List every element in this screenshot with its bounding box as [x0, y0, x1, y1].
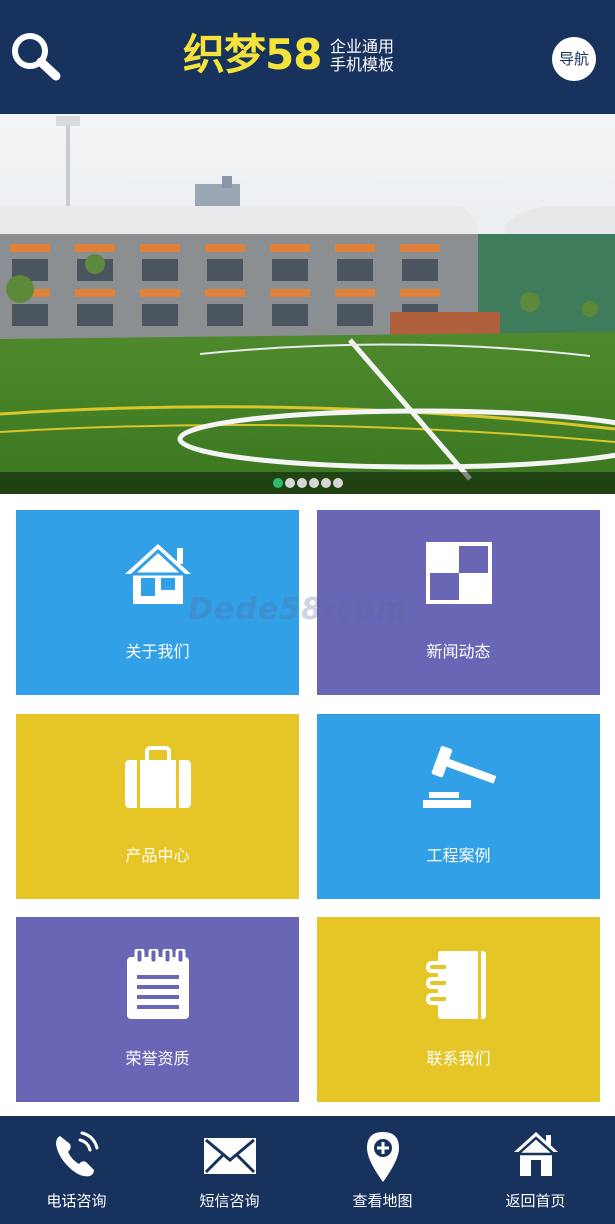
tile-products[interactable]: 产品中心: [16, 714, 299, 899]
slide-dot[interactable]: [284, 478, 295, 488]
tile-label: 关于我们: [125, 642, 190, 661]
search-icon: [12, 33, 61, 81]
tile-label: 产品中心: [125, 846, 190, 865]
house-icon: [124, 544, 191, 604]
slide-dot[interactable]: [308, 478, 319, 488]
slide-indicators: [0, 472, 615, 494]
footer-label: 短信咨询: [199, 1192, 260, 1210]
footer-view-map[interactable]: 查看地图: [306, 1116, 459, 1224]
gavel-icon: [422, 746, 496, 808]
tile-label: 荣誉资质: [125, 1049, 190, 1068]
tile-news[interactable]: 新闻动态: [317, 510, 600, 695]
footer-label: 返回首页: [505, 1192, 566, 1210]
bottom-nav: 电话咨询 短信咨询 查看地图 返回首页: [0, 1116, 615, 1224]
footer-phone-consult[interactable]: 电话咨询: [0, 1116, 153, 1224]
slide-dot[interactable]: [272, 478, 283, 488]
envelope-icon: [203, 1138, 256, 1174]
news-grid-icon: [425, 542, 492, 604]
slide-dot[interactable]: [332, 478, 343, 488]
header-bar: 织梦58 企业通用 手机模板 导航: [0, 0, 615, 114]
banner-image: [0, 114, 615, 494]
logo-subtitle-line1: 企业通用: [330, 37, 395, 56]
tile-label: 工程案例: [426, 846, 491, 865]
logo-subtitle: 企业通用 手机模板: [330, 38, 394, 74]
footer-label: 查看地图: [352, 1192, 413, 1210]
briefcase-icon: [124, 746, 191, 808]
search-button[interactable]: [8, 30, 64, 86]
slide-dot[interactable]: [296, 478, 307, 488]
tile-cases[interactable]: 工程案例: [317, 714, 600, 899]
home-icon: [513, 1132, 558, 1176]
tile-label: 新闻动态: [426, 642, 491, 661]
footer-back-home[interactable]: 返回首页: [459, 1116, 612, 1224]
footer-label: 电话咨询: [46, 1192, 107, 1210]
slide-dot[interactable]: [320, 478, 331, 488]
notepad-icon: [126, 949, 189, 1019]
logo-title: 织梦58: [183, 30, 322, 79]
banner-slider[interactable]: [0, 114, 615, 494]
tile-label: 联系我们: [426, 1049, 491, 1068]
tile-contact[interactable]: 联系我们: [317, 917, 600, 1102]
phone-icon: [55, 1131, 98, 1177]
footer-sms-consult[interactable]: 短信咨询: [153, 1116, 306, 1224]
logo-subtitle-line2: 手机模板: [330, 55, 395, 74]
address-book-icon: [425, 951, 486, 1019]
map-pin-icon: [366, 1132, 399, 1182]
tile-about-us[interactable]: 关于我们: [16, 510, 299, 695]
nav-menu-button[interactable]: 导航: [552, 37, 596, 81]
tile-honors[interactable]: 荣誉资质: [16, 917, 299, 1102]
